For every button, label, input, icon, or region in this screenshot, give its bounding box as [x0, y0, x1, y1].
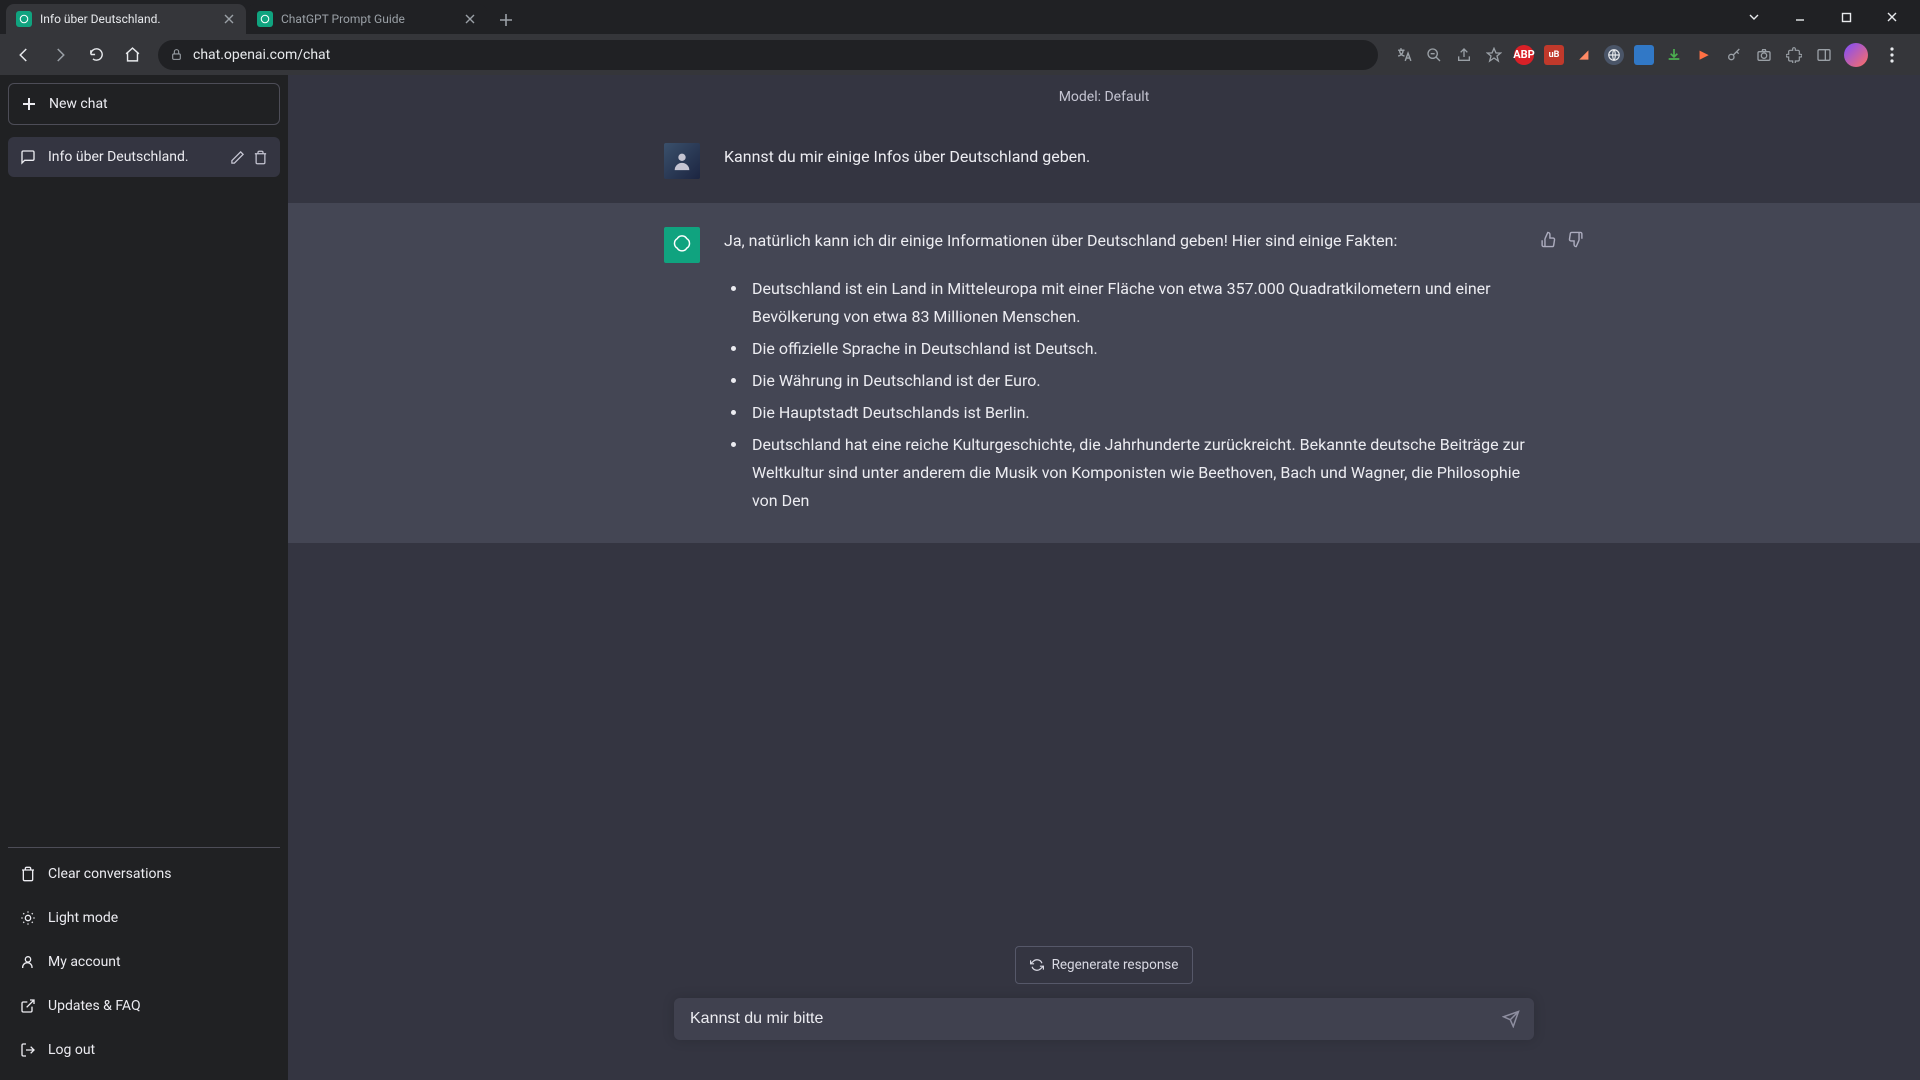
- thumbs-up-icon[interactable]: [1540, 231, 1557, 248]
- omnibox[interactable]: chat.openai.com/chat: [158, 40, 1378, 70]
- updates-faq-link[interactable]: Updates & FAQ: [8, 984, 280, 1028]
- thumbs-down-icon[interactable]: [1567, 231, 1584, 248]
- external-link-icon: [20, 998, 36, 1014]
- extensions-menu-icon[interactable]: [1784, 45, 1804, 65]
- zoom-icon[interactable]: [1424, 45, 1444, 65]
- window-dropdown-icon[interactable]: [1732, 2, 1776, 32]
- user-avatar-icon: [664, 143, 700, 179]
- message-row-assistant: Ja, natürlich kann ich dir einige Inform…: [288, 203, 1920, 543]
- list-item: Die Währung in Deutschland ist der Euro.: [748, 367, 1544, 395]
- translate-icon[interactable]: [1394, 45, 1414, 65]
- profile-avatar-icon[interactable]: [1844, 43, 1868, 67]
- extension-bar: ABP uB ◢ ▶: [1388, 43, 1912, 67]
- browser-tab[interactable]: ChatGPT Prompt Guide: [247, 4, 487, 34]
- window-minimize-icon[interactable]: [1778, 2, 1822, 32]
- address-bar: chat.openai.com/chat ABP uB ◢ ▶: [0, 34, 1920, 75]
- assistant-intro-text: Ja, natürlich kann ich dir einige Inform…: [724, 231, 1397, 250]
- chatgpt-avatar-icon: [664, 227, 700, 263]
- conversation-area[interactable]: Kannst du mir einige Infos über Deutschl…: [288, 119, 1920, 946]
- lock-icon: [170, 48, 183, 61]
- tab-title: ChatGPT Prompt Guide: [281, 12, 455, 26]
- my-account-link[interactable]: My account: [8, 940, 280, 984]
- assistant-message: Ja, natürlich kann ich dir einige Inform…: [724, 227, 1544, 519]
- theme-toggle-link[interactable]: Light mode: [8, 896, 280, 940]
- extension-icon[interactable]: ▶: [1694, 45, 1714, 65]
- logout-icon: [20, 1042, 36, 1058]
- updates-label: Updates & FAQ: [48, 998, 141, 1014]
- extension-camera-icon[interactable]: [1754, 45, 1774, 65]
- logout-label: Log out: [48, 1042, 95, 1058]
- chat-icon: [20, 149, 36, 165]
- window-controls: [1732, 0, 1920, 34]
- favicon-chatgpt-icon: [16, 11, 32, 27]
- model-label: Model: Default: [288, 75, 1920, 119]
- list-item: Die offizielle Sprache in Deutschland is…: [748, 335, 1544, 363]
- extension-icon[interactable]: [1634, 45, 1654, 65]
- favicon-chatgpt-icon: [257, 11, 273, 27]
- clear-label: Clear conversations: [48, 866, 171, 882]
- tab-title: Info über Deutschland.: [40, 12, 214, 26]
- tab-close-icon[interactable]: [463, 12, 477, 26]
- list-item: Deutschland hat eine reiche Kulturgeschi…: [748, 431, 1544, 515]
- list-item: Deutschland ist ein Land in Mitteleuropa…: [748, 275, 1544, 331]
- window-maximize-icon[interactable]: [1824, 2, 1868, 32]
- message-actions: [1540, 231, 1584, 248]
- plus-icon: [21, 96, 37, 112]
- window-close-icon[interactable]: [1870, 2, 1914, 32]
- new-chat-button[interactable]: New chat: [8, 83, 280, 125]
- bookmark-icon[interactable]: [1484, 45, 1504, 65]
- back-button[interactable]: [8, 39, 40, 71]
- forward-button[interactable]: [44, 39, 76, 71]
- sidebar: New chat Info über Deutschland. Clear co…: [0, 75, 288, 1080]
- reload-button[interactable]: [80, 39, 112, 71]
- message-row-user: Kannst du mir einige Infos über Deutschl…: [288, 119, 1920, 203]
- extension-globe-icon[interactable]: [1604, 45, 1624, 65]
- url-text: chat.openai.com/chat: [193, 47, 330, 63]
- conversation-title: Info über Deutschland.: [48, 149, 218, 165]
- tab-close-icon[interactable]: [222, 12, 236, 26]
- user-icon: [20, 954, 36, 970]
- logout-link[interactable]: Log out: [8, 1028, 280, 1072]
- share-icon[interactable]: [1454, 45, 1474, 65]
- new-chat-label: New chat: [49, 96, 108, 112]
- tab-bar: Info über Deutschland. ChatGPT Prompt Gu…: [0, 0, 1920, 34]
- account-label: My account: [48, 954, 121, 970]
- home-button[interactable]: [116, 39, 148, 71]
- extension-key-icon[interactable]: [1724, 45, 1744, 65]
- sidebar-bottom: Clear conversations Light mode My accoun…: [8, 847, 280, 1072]
- app-container: New chat Info über Deutschland. Clear co…: [0, 75, 1920, 1080]
- sun-icon: [20, 910, 36, 926]
- message-input-container: [674, 998, 1534, 1040]
- browser-tab-active[interactable]: Info über Deutschland.: [6, 4, 246, 34]
- message-input[interactable]: [690, 1010, 1486, 1028]
- new-tab-button[interactable]: [492, 6, 520, 34]
- browser-chrome: Info über Deutschland. ChatGPT Prompt Gu…: [0, 0, 1920, 75]
- regenerate-button[interactable]: Regenerate response: [1015, 946, 1194, 984]
- refresh-icon: [1030, 958, 1044, 972]
- delete-icon[interactable]: [253, 150, 268, 165]
- send-button[interactable]: [1502, 1010, 1520, 1028]
- extension-ublock-icon[interactable]: uB: [1544, 45, 1564, 65]
- extension-icon[interactable]: ◢: [1574, 45, 1594, 65]
- edit-icon[interactable]: [230, 150, 245, 165]
- conversation-item[interactable]: Info über Deutschland.: [8, 137, 280, 177]
- browser-menu-icon[interactable]: [1878, 47, 1906, 63]
- assistant-bullet-list: Deutschland ist ein Land in Mitteleuropa…: [724, 275, 1544, 515]
- extension-abp-icon[interactable]: ABP: [1514, 45, 1534, 65]
- clear-conversations-link[interactable]: Clear conversations: [8, 852, 280, 896]
- main-content: Model: Default Kannst du mir einige Info…: [288, 75, 1920, 1080]
- list-item: Die Hauptstadt Deutschlands ist Berlin.: [748, 399, 1544, 427]
- sidepanel-icon[interactable]: [1814, 45, 1834, 65]
- regenerate-label: Regenerate response: [1052, 957, 1179, 973]
- user-message-text: Kannst du mir einige Infos über Deutschl…: [724, 143, 1544, 179]
- conversation-list: Info über Deutschland.: [8, 137, 280, 847]
- extension-download-icon[interactable]: [1664, 45, 1684, 65]
- trash-icon: [20, 866, 36, 882]
- bottom-area: Regenerate response: [288, 946, 1920, 1080]
- theme-label: Light mode: [48, 910, 118, 926]
